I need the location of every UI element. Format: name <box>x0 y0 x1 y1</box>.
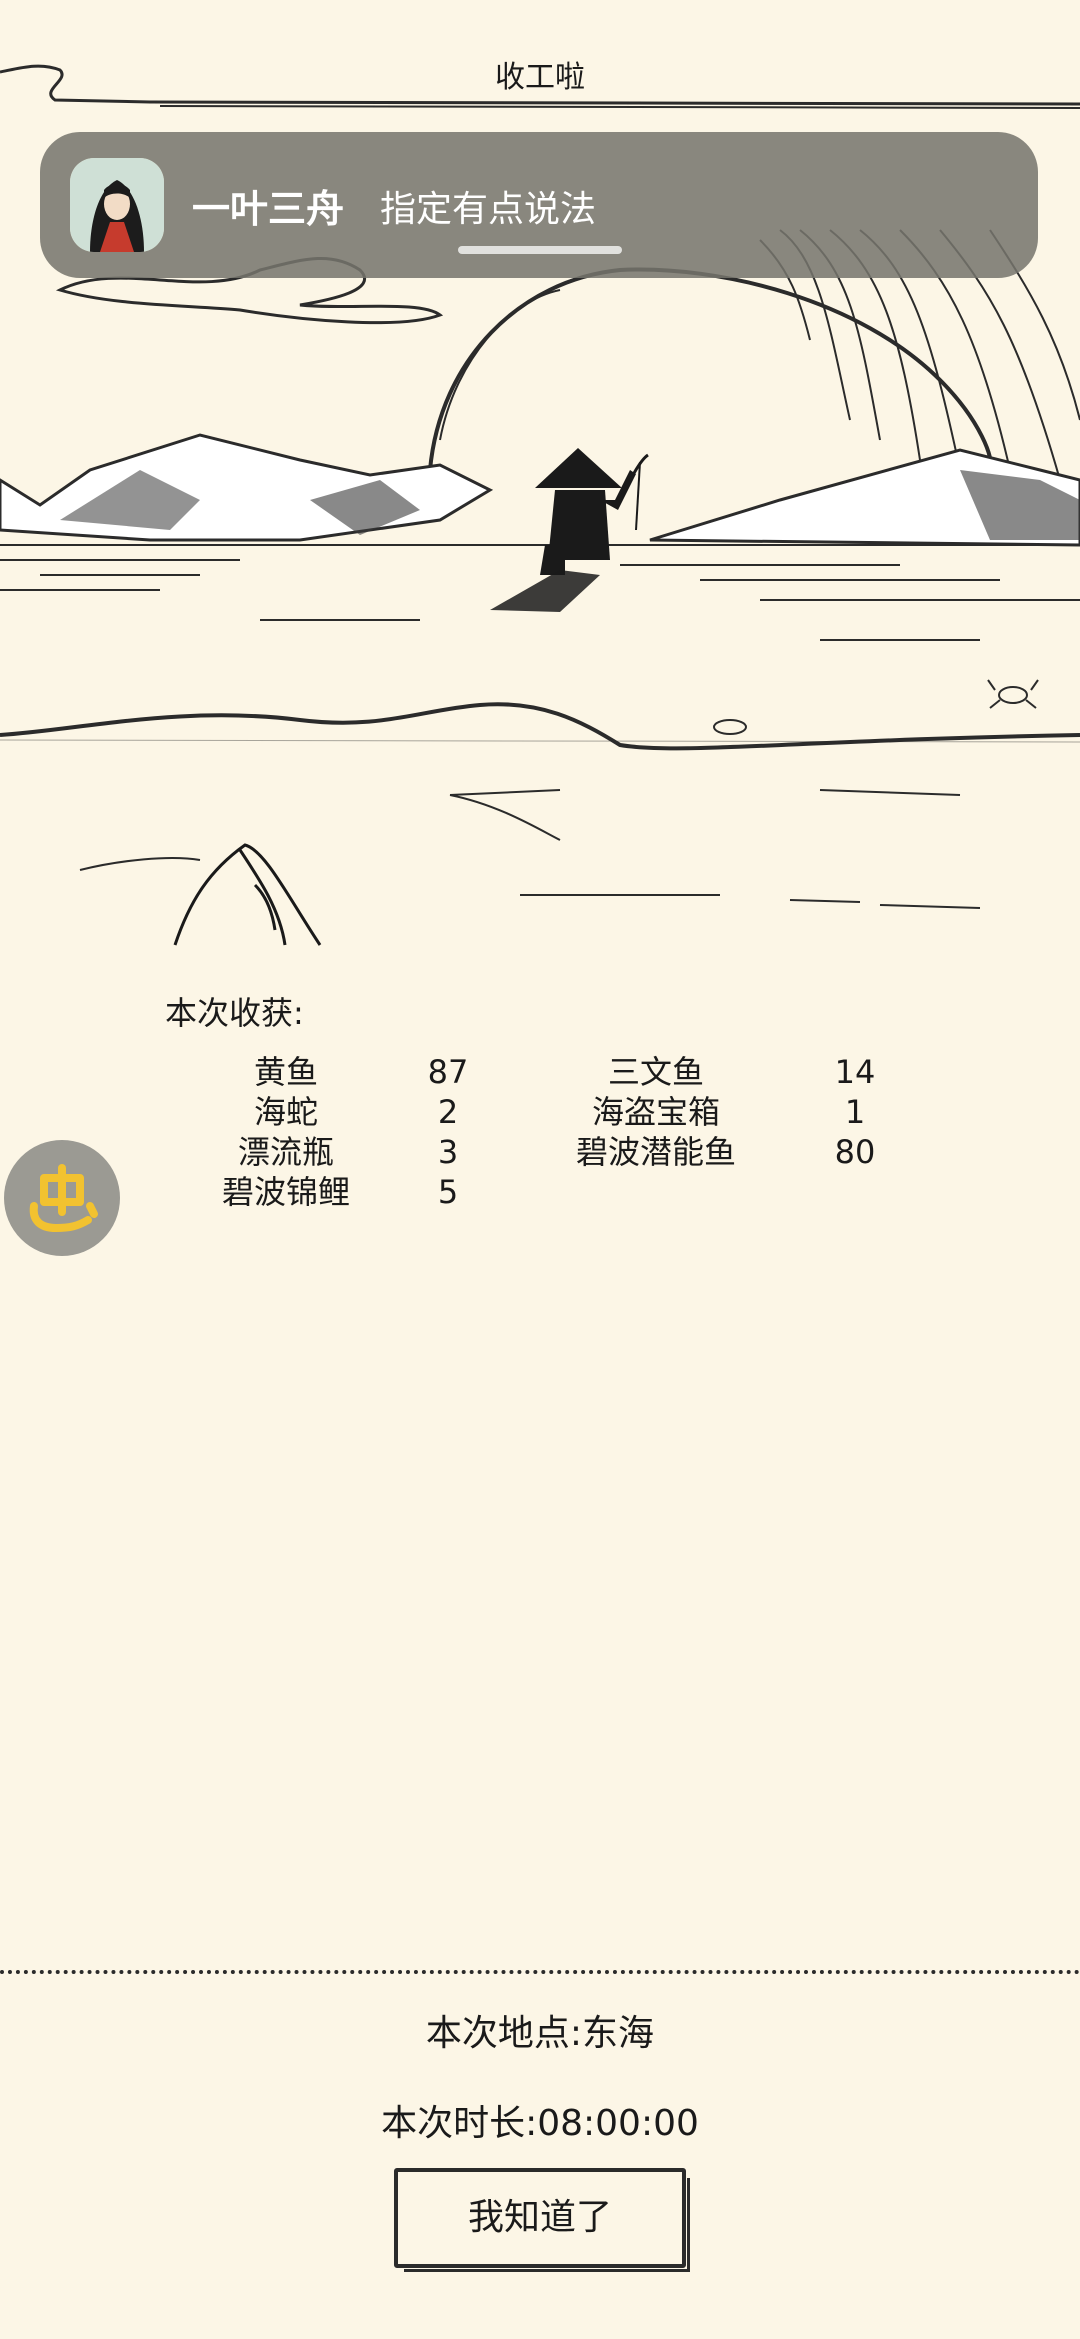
catch-name: 海蛇 <box>253 1093 318 1131</box>
bug-icon <box>29 1164 98 1232</box>
catch-name: 碧波锦鲤 <box>221 1173 350 1211</box>
duration-text: 本次时长:08:00:00 <box>381 2103 699 2144</box>
crab-icon <box>987 679 1039 709</box>
catch-name: 海盗宝箱 <box>591 1093 720 1131</box>
location-text: 本次地点:东海 <box>425 2013 655 2054</box>
catch-count: 1 <box>844 1093 866 1131</box>
confirm-button[interactable]: 我知道了 <box>394 2168 690 2272</box>
catch-count: 2 <box>437 1093 459 1131</box>
notification-drag-handle[interactable] <box>458 246 622 254</box>
catch-name: 黄鱼 <box>253 1053 318 1091</box>
catch-count: 3 <box>437 1133 459 1171</box>
catch-count: 80 <box>834 1133 876 1171</box>
catch-count: 87 <box>427 1053 469 1091</box>
catch-count: 5 <box>437 1173 459 1211</box>
notification-banner[interactable]: 一叶三舟 指定有点说法 <box>40 132 1038 278</box>
fisherman-silhouette <box>490 448 636 612</box>
notification-message: 指定有点说法 <box>380 189 597 230</box>
catch-count: 14 <box>834 1053 876 1091</box>
harvest-title: 本次收获: <box>165 994 304 1032</box>
catch-name: 三文鱼 <box>607 1053 704 1091</box>
app-avatar-icon <box>70 158 164 252</box>
section-divider <box>0 1970 1080 1974</box>
catch-name: 漂流瓶 <box>237 1133 334 1171</box>
floating-assist-button[interactable] <box>4 1140 120 1256</box>
catch-name: 碧波潜能鱼 <box>575 1133 736 1171</box>
notification-sender: 一叶三舟 <box>192 187 345 231</box>
